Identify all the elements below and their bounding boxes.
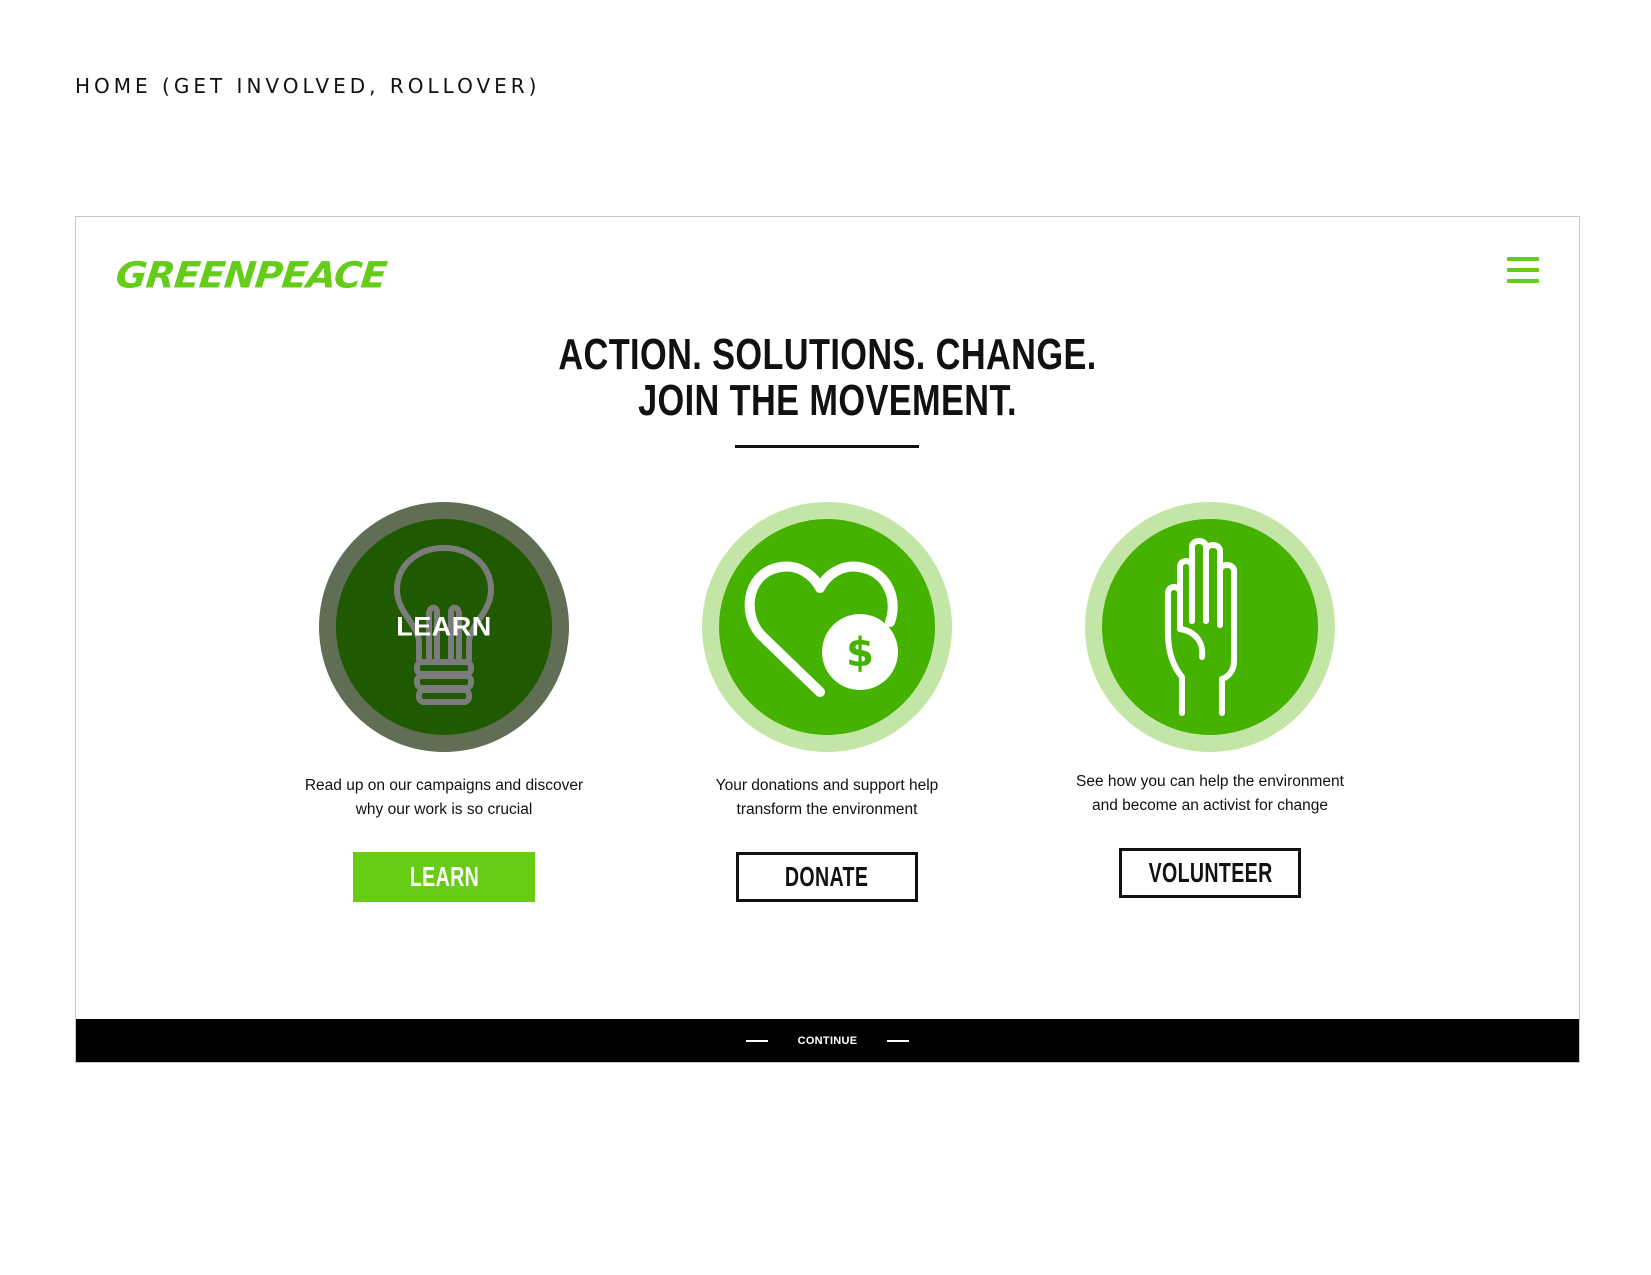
donate-button[interactable]: DONATE <box>736 852 918 902</box>
headline-divider <box>735 445 919 448</box>
learn-button[interactable]: LEARN <box>353 852 535 902</box>
greenpeace-logo[interactable]: GREENPEACE <box>114 254 388 296</box>
learn-description: Read up on our campaigns and discover wh… <box>304 777 584 818</box>
page-label: HOME (GET INVOLVED, ROLLOVER) <box>75 74 541 98</box>
volunteer-card: See how you can help the environment and… <box>1050 502 1370 898</box>
heart-dollar-icon: $ <box>744 561 898 697</box>
volunteer-button[interactable]: VOLUNTEER <box>1119 848 1301 898</box>
volunteer-circle[interactable] <box>1085 502 1335 752</box>
hero-headline: ACTION. SOLUTIONS. CHANGE. JOIN THE MOVE… <box>76 332 1579 424</box>
donate-description: Your donations and support help transfor… <box>715 777 939 818</box>
donate-circle[interactable]: $ <box>702 502 952 752</box>
continue-link[interactable]: CONTINUE <box>798 1035 858 1047</box>
continue-bar: CONTINUE <box>76 1019 1579 1062</box>
learn-card: LEARN Read up on our campaigns and disco… <box>284 502 604 902</box>
hero-line-1: ACTION. SOLUTIONS. CHANGE. <box>558 330 1097 379</box>
footer-dash-left <box>745 1039 768 1042</box>
learn-rollover-label: LEARN <box>396 611 492 642</box>
svg-text:$: $ <box>846 630 874 676</box>
hero-line-2: JOIN THE MOVEMENT. <box>638 376 1017 425</box>
footer-dash-right <box>887 1039 910 1042</box>
hamburger-menu-icon[interactable] <box>1507 257 1539 283</box>
app-frame: GREENPEACE ACTION. SOLUTIONS. CHANGE. JO… <box>75 216 1580 1063</box>
raised-hand-icon <box>1165 538 1237 716</box>
donate-card: $ Your donations and support help transf… <box>667 502 987 902</box>
volunteer-description: See how you can help the environment and… <box>1076 773 1344 814</box>
learn-circle[interactable]: LEARN <box>319 502 569 752</box>
